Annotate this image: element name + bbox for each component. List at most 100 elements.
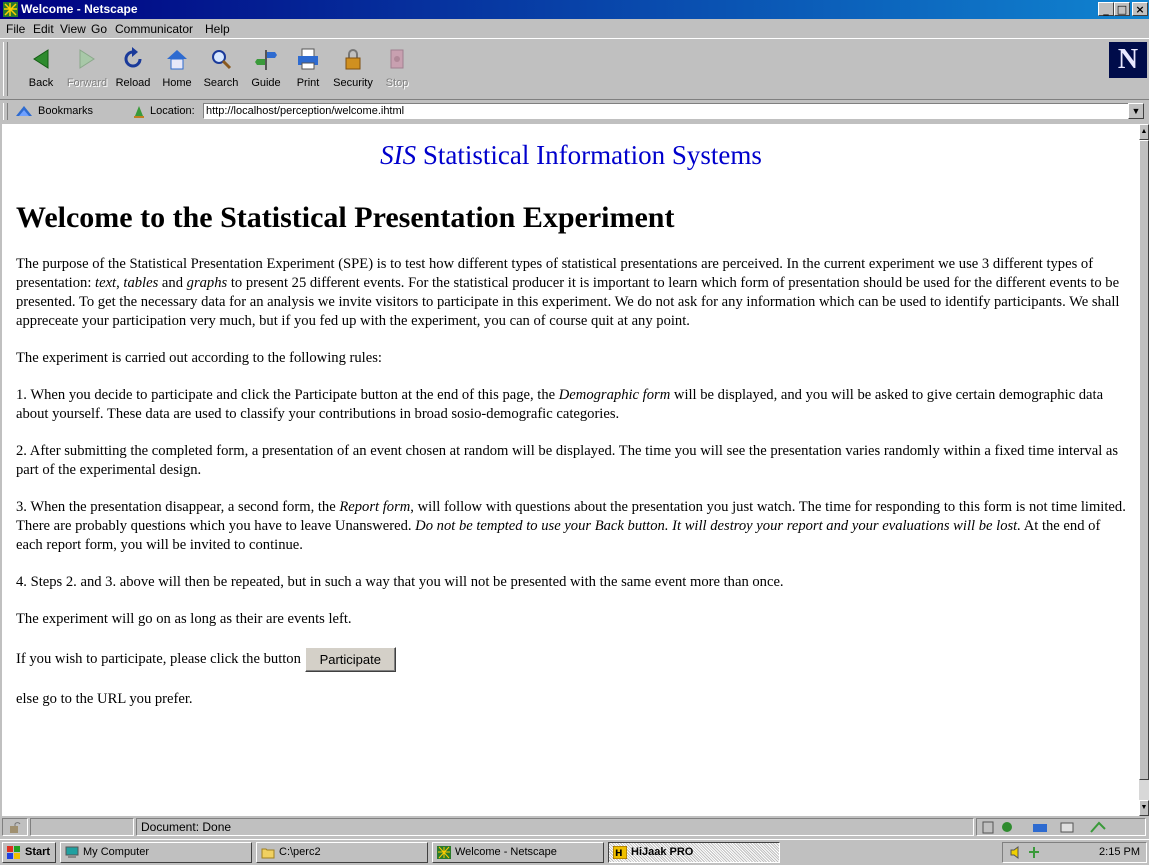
padlock-icon	[345, 49, 361, 70]
menu-file[interactable]: File	[6, 22, 25, 36]
stop-button[interactable]: Stop	[374, 43, 420, 95]
brand-abbr: SIS	[380, 140, 417, 170]
forward-arrow-icon	[79, 49, 95, 69]
task-label: HiJaak PRO	[631, 846, 694, 858]
scroll-thumb[interactable]	[1139, 140, 1149, 780]
rules-intro: The experiment is carried out according …	[16, 350, 382, 366]
navigation-toolbar: Back Forward Reload Home Search Guide Pr…	[0, 38, 1149, 100]
menu-bar: File Edit View Go Communicator Help	[0, 19, 1149, 38]
reload-button[interactable]: Reload	[110, 43, 156, 95]
page-content: SIS Statistical Information Systems Welc…	[2, 124, 1139, 816]
task-label: My Computer	[83, 846, 150, 858]
netscape-logo[interactable]: N	[1109, 42, 1147, 78]
toolbar-grip[interactable]	[3, 42, 8, 96]
rule-2: 2. After submitting the completed form, …	[16, 443, 1119, 478]
location-label: Location:	[150, 105, 195, 117]
windows-taskbar: Start My Computer C:\perc2 Welcome - Net…	[0, 839, 1149, 865]
bookmarks-icon	[16, 106, 32, 116]
site-brand: SIS Statistical Information Systems	[16, 140, 1126, 171]
system-tray: 2:15 PM	[1002, 842, 1147, 863]
participate-button[interactable]: Participate	[304, 647, 396, 672]
guide-signpost-icon	[255, 50, 277, 70]
intro-paragraph: The purpose of the Statistical Presentat…	[16, 255, 1126, 331]
maximize-button[interactable]: □	[1114, 2, 1130, 16]
title-bar: Welcome - Netscape _ □ ×	[0, 0, 1149, 19]
start-button[interactable]: Start	[2, 842, 56, 863]
home-icon	[167, 50, 187, 70]
stop-label: Stop	[385, 77, 409, 89]
else-text: else go to the URL you prefer.	[16, 691, 193, 707]
computer-icon	[65, 846, 79, 858]
home-button[interactable]: Home	[154, 43, 200, 95]
location-toolbar: Bookmarks Location: http://localhost/per…	[0, 101, 1149, 122]
volume-icon[interactable]	[1009, 846, 1023, 859]
window-title: Welcome - Netscape	[21, 2, 138, 16]
go-on-text: The experiment will go on as long as the…	[16, 611, 352, 627]
task-folder-perc2[interactable]: C:\perc2	[256, 842, 428, 863]
back-label: Back	[28, 77, 54, 89]
menu-communicator[interactable]: Communicator	[115, 22, 193, 36]
security-label: Security	[333, 77, 373, 89]
network-icon[interactable]	[1027, 846, 1041, 859]
vertical-scrollbar[interactable]: ▲ ▼	[1139, 124, 1149, 816]
hijaak-icon: H	[613, 846, 627, 859]
rule-3: 3. When the presentation disappear, a se…	[16, 498, 1126, 555]
task-label: Welcome - Netscape	[455, 846, 557, 858]
task-my-computer[interactable]: My Computer	[60, 842, 252, 863]
scroll-down-arrow[interactable]: ▼	[1139, 800, 1149, 816]
menu-go[interactable]: Go	[91, 22, 107, 36]
progress-bar	[30, 818, 134, 836]
url-dropdown-arrow[interactable]: ▼	[1128, 103, 1144, 119]
back-button[interactable]: Back	[18, 43, 64, 95]
reload-icon	[124, 47, 142, 68]
rule1-text-a: 1. When you decide to participate and cl…	[16, 387, 559, 403]
printer-icon	[298, 48, 318, 70]
security-indicator[interactable]	[2, 818, 28, 836]
intro-and: and	[158, 275, 187, 291]
intro-em-text: text	[95, 275, 117, 291]
task-netscape[interactable]: Welcome - Netscape	[432, 842, 604, 863]
menu-help[interactable]: Help	[205, 22, 230, 36]
print-label: Print	[296, 77, 320, 89]
component-bar	[976, 818, 1146, 836]
rule3-warning: Do not be tempted to use your Back butto…	[415, 518, 1021, 534]
menu-edit[interactable]: Edit	[33, 22, 54, 36]
task-hijaak[interactable]: H HiJaak PRO	[608, 842, 780, 863]
svg-text:H: H	[615, 849, 623, 859]
search-icon	[212, 50, 232, 70]
print-button[interactable]: Print	[285, 43, 331, 95]
close-button[interactable]: ×	[1132, 2, 1148, 16]
task-label: C:\perc2	[279, 846, 321, 858]
folder-icon	[261, 848, 275, 859]
rule-1: 1. When you decide to participate and cl…	[16, 386, 1126, 424]
component-icons[interactable]	[981, 821, 1141, 834]
search-label: Search	[203, 77, 239, 89]
start-label: Start	[25, 846, 51, 858]
security-button[interactable]: Security	[330, 43, 376, 95]
search-button[interactable]: Search	[198, 43, 244, 95]
status-text: Document: Done	[136, 818, 974, 836]
location-grip[interactable]	[3, 103, 8, 120]
netscape-app-icon	[3, 2, 18, 17]
guide-label: Guide	[251, 77, 281, 89]
unlocked-icon	[10, 822, 21, 833]
brand-name: Statistical Information Systems	[422, 140, 762, 170]
reload-label: Reload	[115, 77, 151, 89]
participate-prompt: If you wish to participate, please click…	[16, 650, 301, 667]
forward-button[interactable]: Forward	[64, 43, 110, 95]
menu-view[interactable]: View	[60, 22, 86, 36]
clock: 2:15 PM	[1099, 846, 1140, 858]
guide-button[interactable]: Guide	[243, 43, 289, 95]
back-arrow-icon	[33, 49, 49, 69]
rule3-em: Report form	[339, 499, 411, 515]
home-label: Home	[162, 77, 192, 89]
participate-line: If you wish to participate, please click…	[16, 647, 1126, 672]
url-field[interactable]: http://localhost/perception/welcome.ihtm…	[203, 103, 1130, 119]
minimize-button[interactable]: _	[1098, 2, 1114, 16]
location-page-icon	[134, 106, 144, 118]
rule-4: 4. Steps 2. and 3. above will then be re…	[16, 574, 784, 590]
page-heading: Welcome to the Statistical Presentation …	[16, 201, 675, 234]
netscape-task-icon	[437, 846, 451, 859]
scroll-up-arrow[interactable]: ▲	[1139, 124, 1149, 140]
bookmarks-button[interactable]: Bookmarks	[38, 105, 93, 117]
